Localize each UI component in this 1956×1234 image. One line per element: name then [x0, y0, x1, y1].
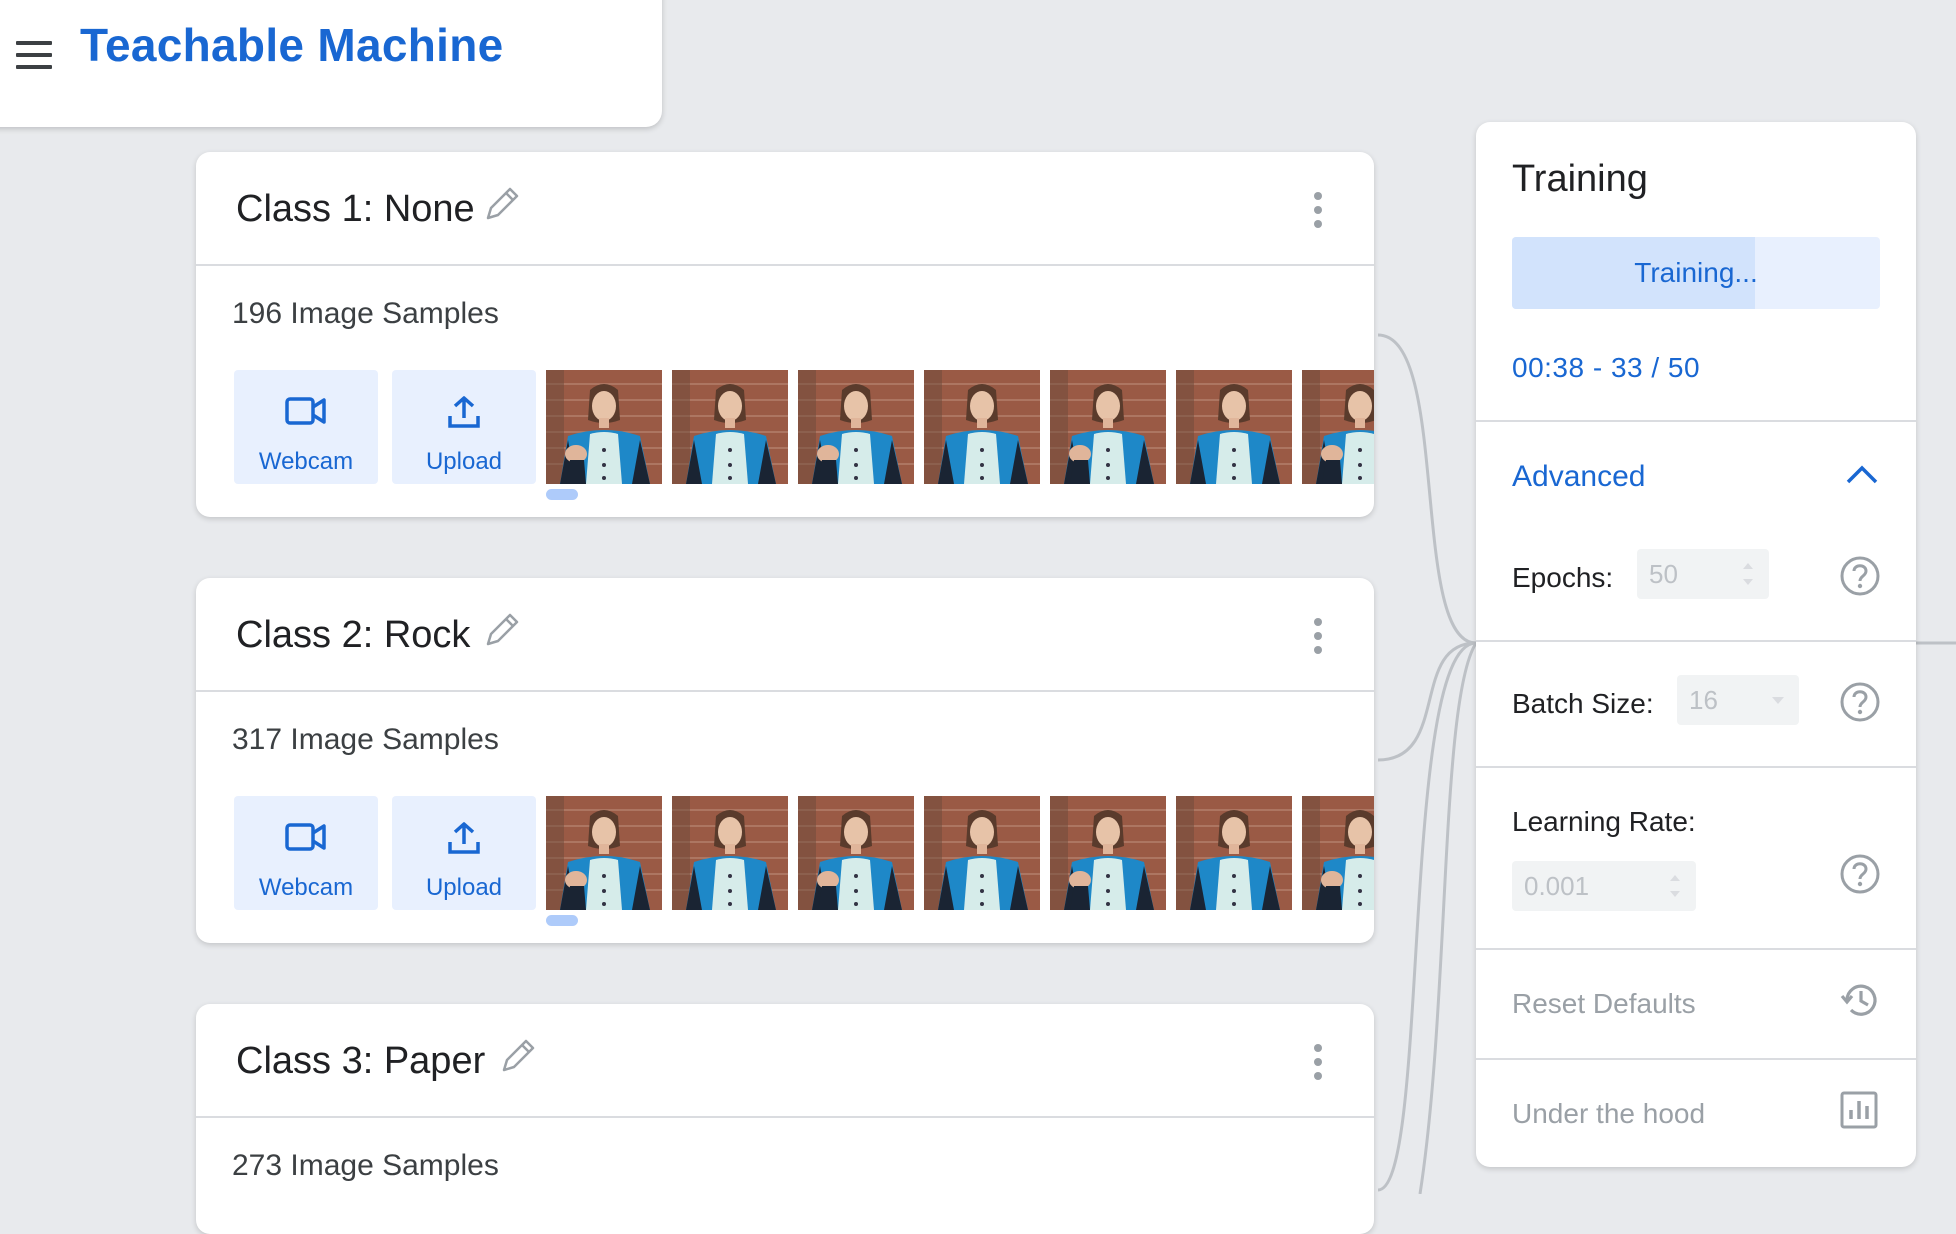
app-title[interactable]: Teachable Machine — [80, 18, 504, 72]
sample-thumbnails — [546, 796, 1374, 910]
class-card-header: Class 3: Paper — [196, 1004, 1374, 1118]
chevron-up-icon[interactable] — [1844, 462, 1880, 486]
epochs-label: Epochs: — [1512, 562, 1614, 593]
divider — [1476, 1058, 1916, 1060]
sample-count: 317 Image Samples — [232, 723, 499, 756]
divider — [1476, 420, 1916, 422]
sample-thumbnail[interactable] — [672, 796, 788, 910]
history-icon[interactable] — [1839, 979, 1881, 1021]
bar-chart-icon[interactable] — [1839, 1090, 1879, 1130]
menu-icon[interactable] — [16, 41, 52, 69]
spinner-arrows-icon[interactable] — [1668, 871, 1682, 901]
class-name[interactable]: Class 3: Paper — [236, 1040, 485, 1083]
upload-label: Upload — [425, 874, 503, 901]
dropdown-arrow-icon — [1772, 697, 1784, 704]
under-the-hood-button[interactable]: Under the hood — [1512, 1098, 1705, 1130]
webcam-button[interactable]: Webcam — [234, 796, 378, 910]
videocam-icon — [285, 823, 326, 851]
sample-thumbnail[interactable] — [924, 370, 1040, 484]
webcam-button[interactable]: Webcam — [234, 370, 378, 484]
batch-size-label: Batch Size: — [1512, 688, 1654, 719]
webcam-label: Webcam — [258, 874, 354, 901]
advanced-toggle[interactable]: Advanced — [1512, 460, 1645, 494]
class-card-3: Class 3: Paper 273 Image Samples — [196, 1004, 1374, 1234]
sample-count: 273 Image Samples — [232, 1149, 499, 1182]
sample-thumbnail[interactable] — [672, 370, 788, 484]
divider — [1476, 766, 1916, 768]
batch-size-value: 16 — [1689, 685, 1718, 715]
thumbnail-scroll-indicator[interactable] — [546, 915, 578, 926]
upload-button[interactable]: Upload — [392, 370, 536, 484]
batch-size-select[interactable]: 16 — [1677, 675, 1799, 725]
upload-icon — [448, 822, 480, 854]
videocam-icon — [285, 397, 326, 425]
training-title: Training — [1512, 158, 1648, 200]
class-name[interactable]: Class 2: Rock — [236, 614, 470, 657]
class-card-2: Class 2: Rock 317 Image Samples Webcam U… — [196, 578, 1374, 943]
class-card-header: Class 1: None — [196, 152, 1374, 266]
learning-rate-label: Learning Rate: — [1512, 806, 1696, 837]
training-status: 00:38 - 33 / 50 — [1512, 352, 1701, 383]
webcam-label: Webcam — [258, 448, 354, 475]
epochs-value: 50 — [1649, 559, 1678, 589]
sample-thumbnail[interactable] — [1176, 370, 1292, 484]
pencil-icon[interactable] — [482, 610, 522, 650]
learning-rate-value: 0.001 — [1524, 871, 1590, 901]
upload-label: Upload — [425, 448, 503, 475]
divider — [1476, 640, 1916, 642]
help-icon[interactable] — [1839, 681, 1881, 723]
spinner-arrows-icon[interactable] — [1741, 559, 1755, 589]
class-card-header: Class 2: Rock — [196, 578, 1374, 692]
sample-thumbnail[interactable] — [798, 370, 914, 484]
epochs-input[interactable]: 50 — [1637, 549, 1769, 599]
learning-rate-input[interactable]: 0.001 — [1512, 861, 1696, 911]
sample-thumbnail[interactable] — [546, 370, 662, 484]
pencil-icon[interactable] — [482, 184, 522, 224]
sample-thumbnail[interactable] — [798, 796, 914, 910]
sample-thumbnail[interactable] — [1302, 370, 1374, 484]
thumbnail-scroll-indicator[interactable] — [546, 489, 578, 500]
sample-count: 196 Image Samples — [232, 297, 499, 330]
train-model-button[interactable]: Training... — [1512, 237, 1880, 309]
upload-button[interactable]: Upload — [392, 796, 536, 910]
more-vert-icon[interactable] — [1312, 192, 1324, 228]
sample-thumbnail[interactable] — [924, 796, 1040, 910]
sample-thumbnail[interactable] — [1176, 796, 1292, 910]
more-vert-icon[interactable] — [1312, 618, 1324, 654]
sample-thumbnail[interactable] — [546, 796, 662, 910]
divider — [1476, 948, 1916, 950]
sample-thumbnails — [546, 370, 1374, 484]
sample-thumbnail[interactable] — [1050, 796, 1166, 910]
class-card-1: Class 1: None 196 Image Samples Webcam U… — [196, 152, 1374, 517]
class-name[interactable]: Class 1: None — [236, 188, 475, 231]
upload-icon — [448, 396, 480, 428]
app-header: Teachable Machine — [0, 0, 662, 127]
help-icon[interactable] — [1839, 853, 1881, 895]
more-vert-icon[interactable] — [1312, 1044, 1324, 1080]
pencil-icon[interactable] — [498, 1036, 538, 1076]
sample-thumbnail[interactable] — [1050, 370, 1166, 484]
sample-thumbnail[interactable] — [1302, 796, 1374, 910]
train-button-label: Training... — [1634, 257, 1758, 288]
reset-defaults-button[interactable]: Reset Defaults — [1512, 988, 1696, 1020]
training-panel: Training Training... 00:38 - 33 / 50 Adv… — [1476, 122, 1916, 1167]
help-icon[interactable] — [1839, 555, 1881, 597]
